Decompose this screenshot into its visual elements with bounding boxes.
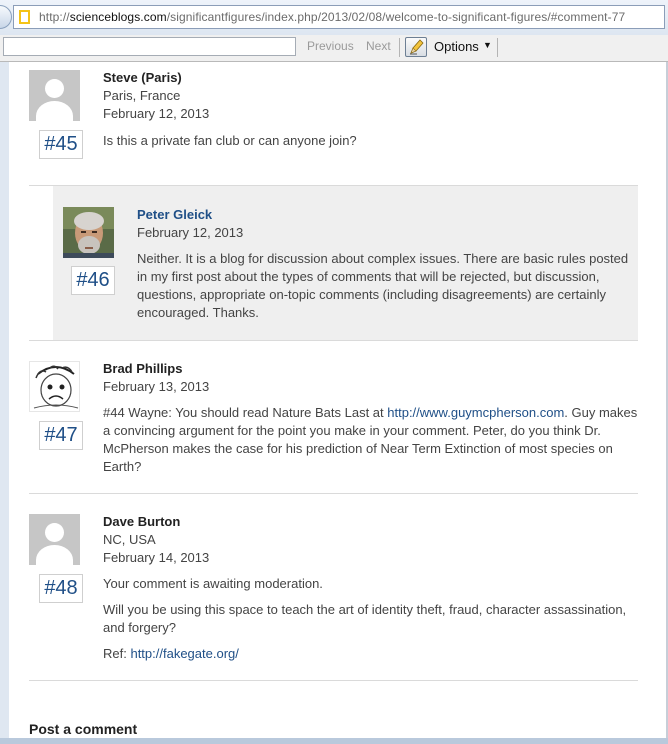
comment-author: Dave Burton: [103, 514, 181, 529]
pencil-icon: [405, 37, 427, 57]
back-button[interactable]: [0, 5, 12, 29]
comment-date: February 13, 2013: [103, 379, 210, 394]
comment-number[interactable]: #48: [39, 574, 83, 603]
find-options-button[interactable]: Options ▼: [405, 37, 495, 57]
comment-number[interactable]: #47: [39, 421, 83, 450]
comment-divider: [29, 680, 638, 681]
options-label: Options: [434, 39, 479, 54]
find-separator: [399, 38, 400, 57]
find-next-button[interactable]: Next: [366, 39, 391, 53]
find-input[interactable]: [3, 37, 296, 56]
page-content: #45 Steve (Paris) Paris, France February…: [9, 62, 666, 738]
comment-number[interactable]: #45: [39, 130, 83, 159]
url-field[interactable]: http://scienceblogs.com/significantfigur…: [13, 5, 665, 29]
comment-author: Steve (Paris): [103, 70, 182, 85]
find-previous-button[interactable]: Previous: [307, 39, 354, 53]
comment-author-link[interactable]: Peter Gleick: [137, 207, 212, 222]
comment-brad-phillips: #47 Brad Phillips February 13, 2013 #44 …: [29, 361, 638, 486]
comment-author: Brad Phillips: [103, 361, 183, 376]
comment-body: Will you be using this space to teach th…: [103, 602, 627, 635]
url-domain: scienceblogs.com: [69, 10, 167, 24]
comment-location: NC, USA: [103, 532, 156, 547]
moderation-notice: Your comment is awaiting moderation.: [103, 576, 323, 591]
comment-dave-burton: #48 Dave Burton NC, USA February 14, 201…: [29, 514, 638, 674]
avatar: [63, 207, 114, 258]
find-bar: Previous Next Options ▼: [0, 35, 668, 62]
site-favicon-icon: [19, 10, 30, 24]
status-bar: [0, 738, 668, 744]
comment-date: February 14, 2013: [103, 550, 210, 565]
comment-date: February 12, 2013: [103, 106, 210, 121]
avatar: [29, 514, 80, 565]
reply-comment-peter-gleick: #46 Peter Gleick February 12, 2013 Neith…: [53, 186, 638, 340]
comment-number[interactable]: #46: [71, 266, 115, 295]
comment-steve-paris: #45 Steve (Paris) Paris, France February…: [29, 70, 638, 180]
avatar: [29, 361, 80, 412]
comment-ref: Ref: http://fakegate.org/: [103, 646, 239, 661]
comment-link[interactable]: http://www.guymcpherson.com: [387, 405, 564, 420]
comment-date: February 12, 2013: [137, 225, 244, 240]
comment-body: Neither. It is a blog for discussion abo…: [137, 251, 629, 320]
find-separator: [497, 38, 498, 57]
comment-divider: [29, 493, 638, 494]
ref-link[interactable]: http://fakegate.org/: [130, 646, 238, 661]
chevron-down-icon: ▼: [483, 40, 492, 50]
avatar: [29, 70, 80, 121]
address-bar: http://scienceblogs.com/significantfigur…: [0, 0, 668, 35]
comment-body: Is this a private fan club or can anyone…: [103, 133, 357, 148]
url-text: http://scienceblogs.com/significantfigur…: [39, 10, 626, 24]
comment-divider: [29, 340, 638, 341]
comment-body: #44 Wayne: You should read Nature Bats L…: [103, 405, 638, 474]
comment-location: Paris, France: [103, 88, 181, 103]
post-comment-heading: Post a comment: [29, 721, 138, 737]
